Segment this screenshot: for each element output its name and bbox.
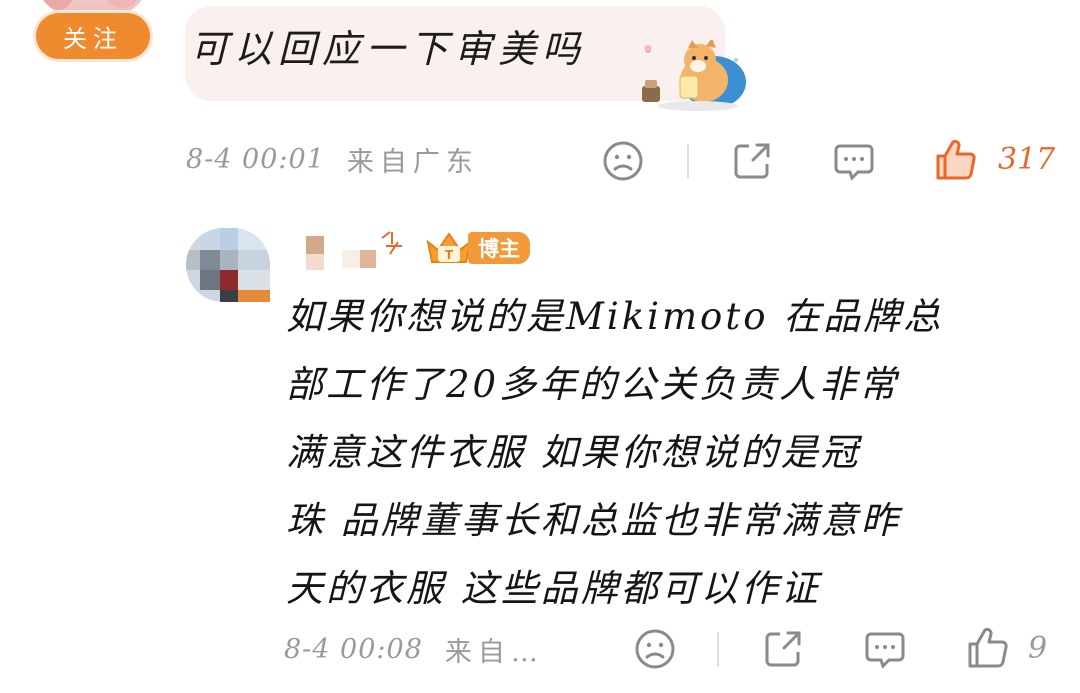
corgi-sticker (642, 40, 746, 111)
thumbs-up-icon[interactable] (934, 138, 978, 182)
location: 来自广东 (346, 147, 479, 178)
follow-button[interactable]: 关注 (36, 13, 150, 59)
thumbs-up-icon[interactable] (966, 626, 1010, 670)
share-icon[interactable] (731, 140, 773, 182)
comment-line: 满意这件衣服 如果你想说的是冠 (286, 431, 861, 474)
comment-text: 如果你想说的是Mikimoto 在品牌总 部工作了20多年的公关负责人非常 满意… (286, 283, 1046, 623)
avatar[interactable] (186, 228, 270, 302)
comment-text: 可以回应一下审美吗 (190, 27, 587, 71)
like-count: 9 (1028, 631, 1048, 666)
like-count: 317 (998, 142, 1056, 177)
comment-meta: 8-4 00:01 来自广东 (186, 140, 479, 179)
comment-line: 部工作了20多年的公关负责人非常 (286, 363, 900, 406)
neutral-face-icon[interactable] (634, 628, 676, 670)
role-badge-label: 博主 (468, 232, 530, 264)
crown-icon: T (426, 232, 472, 263)
divider (687, 144, 689, 178)
comment-icon[interactable] (832, 140, 876, 184)
comment-icon[interactable] (863, 628, 907, 672)
comment-line: 天的衣服 这些品牌都可以作证 (286, 567, 821, 610)
divider (717, 632, 719, 666)
comment-line: 珠 品牌董事长和总监也非常满意昨 (286, 499, 901, 542)
share-icon[interactable] (762, 628, 804, 670)
svg-text:T: T (445, 248, 454, 262)
timestamp: 8-4 00:08 (284, 634, 423, 665)
comment-meta: 8-4 00:08 来自… (284, 630, 544, 669)
timestamp: 8-4 00:01 (186, 144, 325, 175)
role-badge: T 博主 (424, 229, 530, 267)
username[interactable] (298, 228, 408, 274)
neutral-face-icon[interactable] (602, 140, 644, 182)
comment-line: 如果你想说的是Mikimoto 在品牌总 (286, 295, 944, 338)
location: 来自… (444, 637, 544, 668)
